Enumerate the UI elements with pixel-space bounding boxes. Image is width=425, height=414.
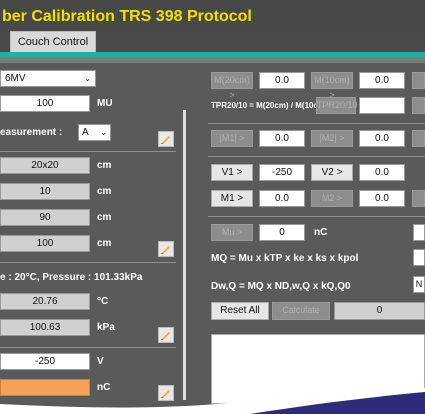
chevron-down-icon: ⌄ (84, 74, 91, 83)
ssd-unit: cm (97, 212, 112, 223)
pressure-input[interactable]: 100.63 (0, 319, 90, 336)
section-divider (0, 347, 176, 348)
depth-unit: cm (97, 186, 112, 197)
m20-input[interactable]: 0.0 (259, 72, 305, 89)
mq-formula: MQ = Mu x kTP x ke x ks x kpol (211, 253, 359, 264)
measurement-label: easurement : (0, 127, 63, 138)
tpr-button[interactable]: TPR20/10 (316, 97, 358, 114)
result-field: 0 (334, 302, 425, 320)
ssd-input[interactable]: 90 (0, 209, 90, 226)
edit-pencil-icon[interactable] (158, 131, 174, 147)
voltage-unit: V (97, 356, 104, 367)
measurement-value: A (82, 127, 89, 138)
calculate-button[interactable]: Calculate (272, 302, 330, 320)
depth-input[interactable]: 10 (0, 183, 90, 200)
overflow-button[interactable] (412, 190, 425, 207)
overflow-button[interactable] (412, 97, 425, 114)
edit-pencil-icon[interactable] (158, 241, 174, 257)
side-field[interactable] (413, 249, 425, 266)
section-divider (0, 262, 176, 263)
v1-input[interactable]: -250 (259, 164, 305, 181)
m1-top-button[interactable]: |M1| > (211, 130, 253, 147)
m10-button[interactable]: M(10cm) > (311, 72, 353, 100)
m2-input[interactable]: 0.0 (359, 190, 405, 207)
tpr-formula: TPR20/10 = M(20cm) / M(10cm) (211, 101, 328, 110)
section-divider (208, 123, 425, 124)
section-divider (208, 216, 425, 217)
section-divider (0, 151, 176, 152)
pressure-unit: kPa (97, 322, 115, 333)
temperature-input[interactable]: 20.76 (0, 293, 90, 310)
mu-button[interactable]: Mu > (211, 224, 253, 241)
overflow-button[interactable] (412, 72, 425, 89)
mu-output-unit: nC (314, 227, 328, 238)
field-size-input[interactable]: 20x20 (0, 157, 90, 174)
m2-top-button[interactable]: |M2| > (311, 130, 353, 147)
m1-button[interactable]: M1 > (211, 190, 253, 207)
m2-button[interactable]: M2 > (311, 190, 353, 207)
mu-output[interactable]: 0 (259, 224, 305, 241)
tpr-output (359, 97, 405, 114)
page-title: ber Calibration TRS 398 Protocol (2, 8, 252, 25)
panel-separator (183, 110, 186, 400)
reset-all-button[interactable]: Reset All (211, 302, 269, 320)
tab-couch-control[interactable]: Couch Control (10, 31, 96, 53)
energy-select[interactable]: 6MV ⌄ (0, 70, 96, 87)
measurement-select[interactable]: A ⌄ (78, 124, 111, 141)
side-field[interactable] (413, 224, 425, 241)
dw-formula: Dw,Q = MQ x ND,w,Q x kQ,Q0 (211, 281, 351, 292)
v2-button[interactable]: V2 > (311, 164, 353, 181)
reference-conditions: e : 20°C, Pressure : 101.33kPa (0, 272, 143, 283)
m1-input[interactable]: 0.0 (259, 190, 305, 207)
chevron-down-icon: ⌄ (100, 128, 107, 137)
decorative-wave (0, 388, 425, 414)
m2-top-input[interactable]: 0.0 (359, 130, 405, 147)
m1-top-input[interactable]: 0.0 (259, 130, 305, 147)
edit-pencil-icon[interactable] (158, 327, 174, 343)
field-size-unit: cm (97, 160, 112, 171)
ref-depth-input[interactable]: 100 (0, 235, 90, 252)
m20-button[interactable]: M(20cm) > (211, 72, 253, 100)
m10-input[interactable]: 0.0 (359, 72, 405, 89)
voltage-input[interactable]: -250 (0, 353, 90, 370)
v1-button[interactable]: V1 > (211, 164, 253, 181)
mu-unit: MU (97, 98, 113, 109)
side-n-field[interactable]: N (413, 276, 425, 293)
v2-input[interactable]: 0.0 (359, 164, 405, 181)
ref-depth-unit: cm (97, 238, 112, 249)
section-divider (208, 156, 425, 157)
energy-value: 6MV (5, 73, 26, 84)
temperature-unit: °C (97, 296, 109, 307)
mu-input[interactable]: 100 (0, 95, 90, 112)
overflow-button[interactable] (412, 130, 425, 147)
